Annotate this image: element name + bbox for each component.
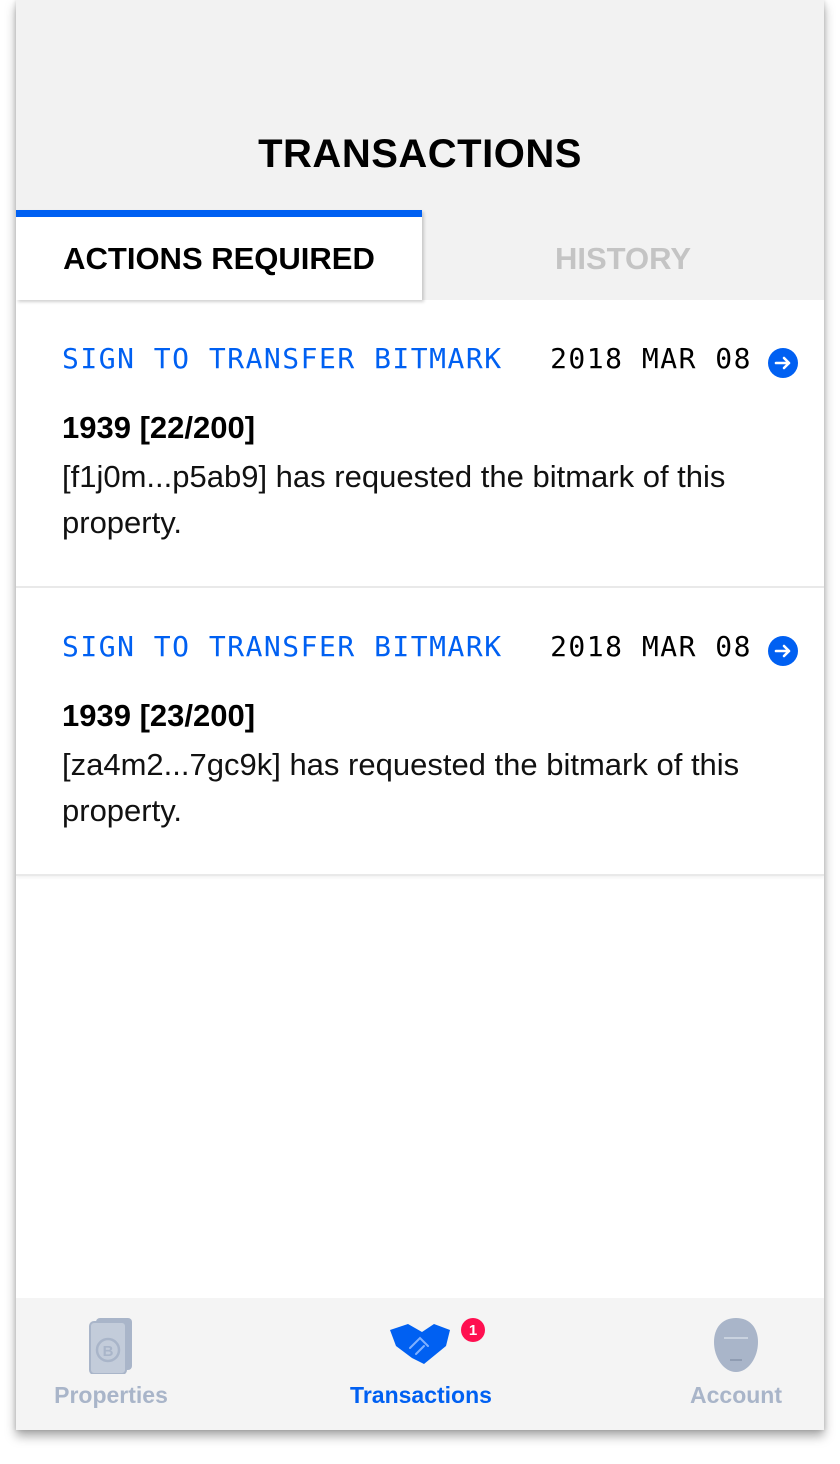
tab-actions-required-label: ACTIONS REQUIRED [63,240,375,276]
tabbar-label-properties: Properties [54,1382,168,1408]
tab-actions-required[interactable]: ACTIONS REQUIRED [16,210,422,300]
notification-badge: 1 [461,1318,485,1342]
transaction-description: [za4m2...7gc9k] has requested the bitmar… [62,747,740,828]
svg-text:B: B [103,1343,114,1360]
arrow-right-icon[interactable] [768,636,798,666]
page-title: TRANSACTIONS [258,132,582,176]
transaction-description: [f1j0m...p5ab9] has requested the bitmar… [62,459,726,540]
transaction-item[interactable]: SIGN TO TRANSFER BITMARK 2018 MAR 08 193… [16,300,824,588]
tabbar-item-transactions[interactable]: 1 Transactions [321,1298,521,1430]
transaction-date: 2018 MAR 08 [550,630,752,663]
arrow-right-icon[interactable] [768,348,798,378]
tabbar-item-account[interactable]: Account [636,1298,824,1430]
transaction-date: 2018 MAR 08 [550,342,752,375]
transaction-list: SIGN TO TRANSFER BITMARK 2018 MAR 08 193… [16,300,824,876]
transaction-title: 1939 [23/200] [62,698,256,733]
tab-history-label: HISTORY [554,240,692,276]
transaction-title: 1939 [22/200] [62,410,256,445]
bitmark-properties-icon: B [89,1318,132,1374]
app-screen: TRANSACTIONS ACTIONS REQUIRED HISTORY SI… [16,0,824,1430]
transaction-action[interactable]: SIGN TO TRANSFER BITMARK [62,630,503,663]
account-icon [714,1318,758,1372]
handshake-icon [390,1324,450,1364]
transaction-item[interactable]: SIGN TO TRANSFER BITMARK 2018 MAR 08 193… [16,588,824,876]
tabbar-item-properties[interactable]: B Properties [16,1298,211,1430]
transaction-action[interactable]: SIGN TO TRANSFER BITMARK [62,342,503,375]
tabbar-label-account: Account [690,1382,782,1408]
bottom-tab-bar: B Properties 1 Transactions Account [16,1298,824,1430]
tabbar-label-transactions: Transactions [350,1382,492,1408]
tab-history[interactable]: HISTORY [422,210,824,300]
